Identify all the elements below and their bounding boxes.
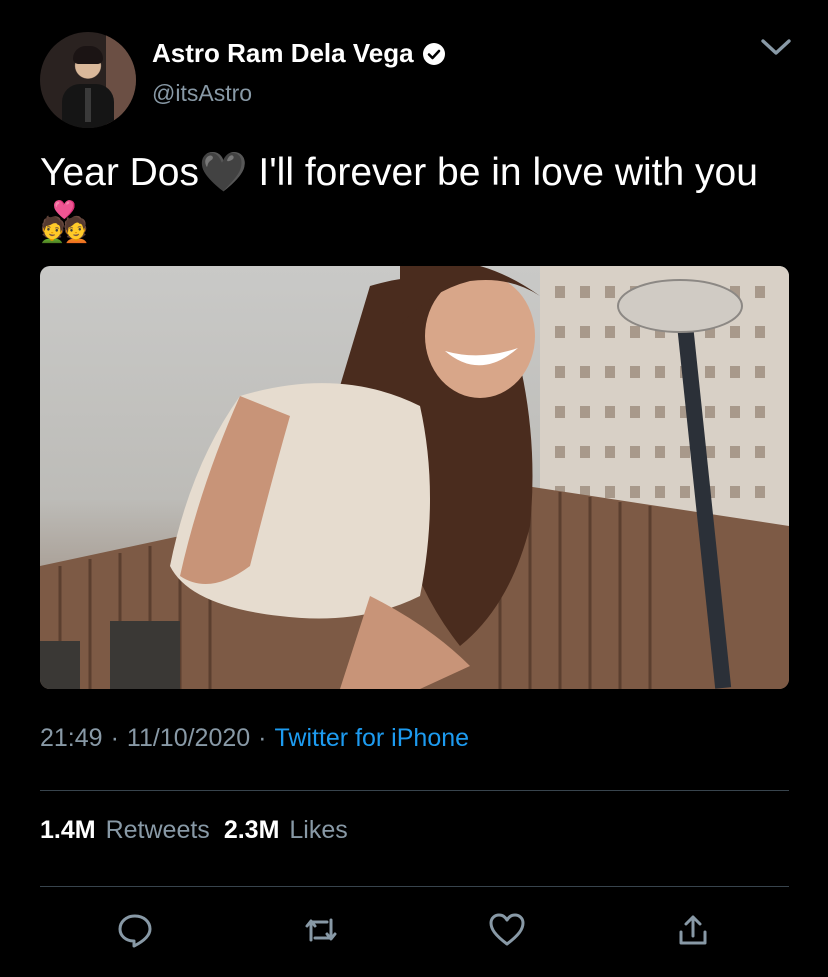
heart-icon[interactable] (487, 910, 527, 950)
tweet-source-link[interactable]: Twitter for iPhone (275, 724, 470, 753)
meta-separator: · (258, 724, 267, 752)
avatar-hair (73, 46, 103, 64)
tweet-date[interactable]: 11/10/2020 (127, 724, 250, 753)
engagement-stats: 1.4M Retweets 2.3M Likes (40, 816, 352, 845)
photo-illustration (40, 266, 789, 689)
divider (40, 790, 789, 791)
retweets-label[interactable]: Retweets (106, 816, 210, 845)
avatar-tie (85, 88, 91, 122)
tweet-photo[interactable] (40, 266, 789, 689)
author-handle[interactable]: @itsAstro (152, 80, 252, 107)
verified-badge-icon (422, 42, 445, 65)
author-display-name[interactable]: Astro Ram Dela Vega (152, 38, 414, 69)
tweet-meta: 21:49 · 11/10/2020 · Twitter for iPhone (40, 724, 469, 753)
divider (40, 886, 789, 887)
meta-separator: · (110, 724, 119, 752)
retweet-icon[interactable] (301, 910, 341, 950)
author-name-row[interactable]: Astro Ram Dela Vega (152, 38, 446, 69)
action-bar (0, 910, 828, 950)
retweets-count[interactable]: 1.4M (40, 816, 96, 845)
chevron-down-icon[interactable] (758, 36, 794, 60)
tweet-text: Year Dos🖤 I'll forever be in love with y… (40, 151, 758, 244)
likes-count[interactable]: 2.3M (224, 816, 280, 845)
likes-label[interactable]: Likes (289, 816, 347, 845)
tweet-time[interactable]: 21:49 (40, 724, 103, 753)
reply-icon[interactable] (115, 910, 155, 950)
author-avatar[interactable] (40, 32, 136, 128)
share-icon[interactable] (673, 910, 713, 950)
